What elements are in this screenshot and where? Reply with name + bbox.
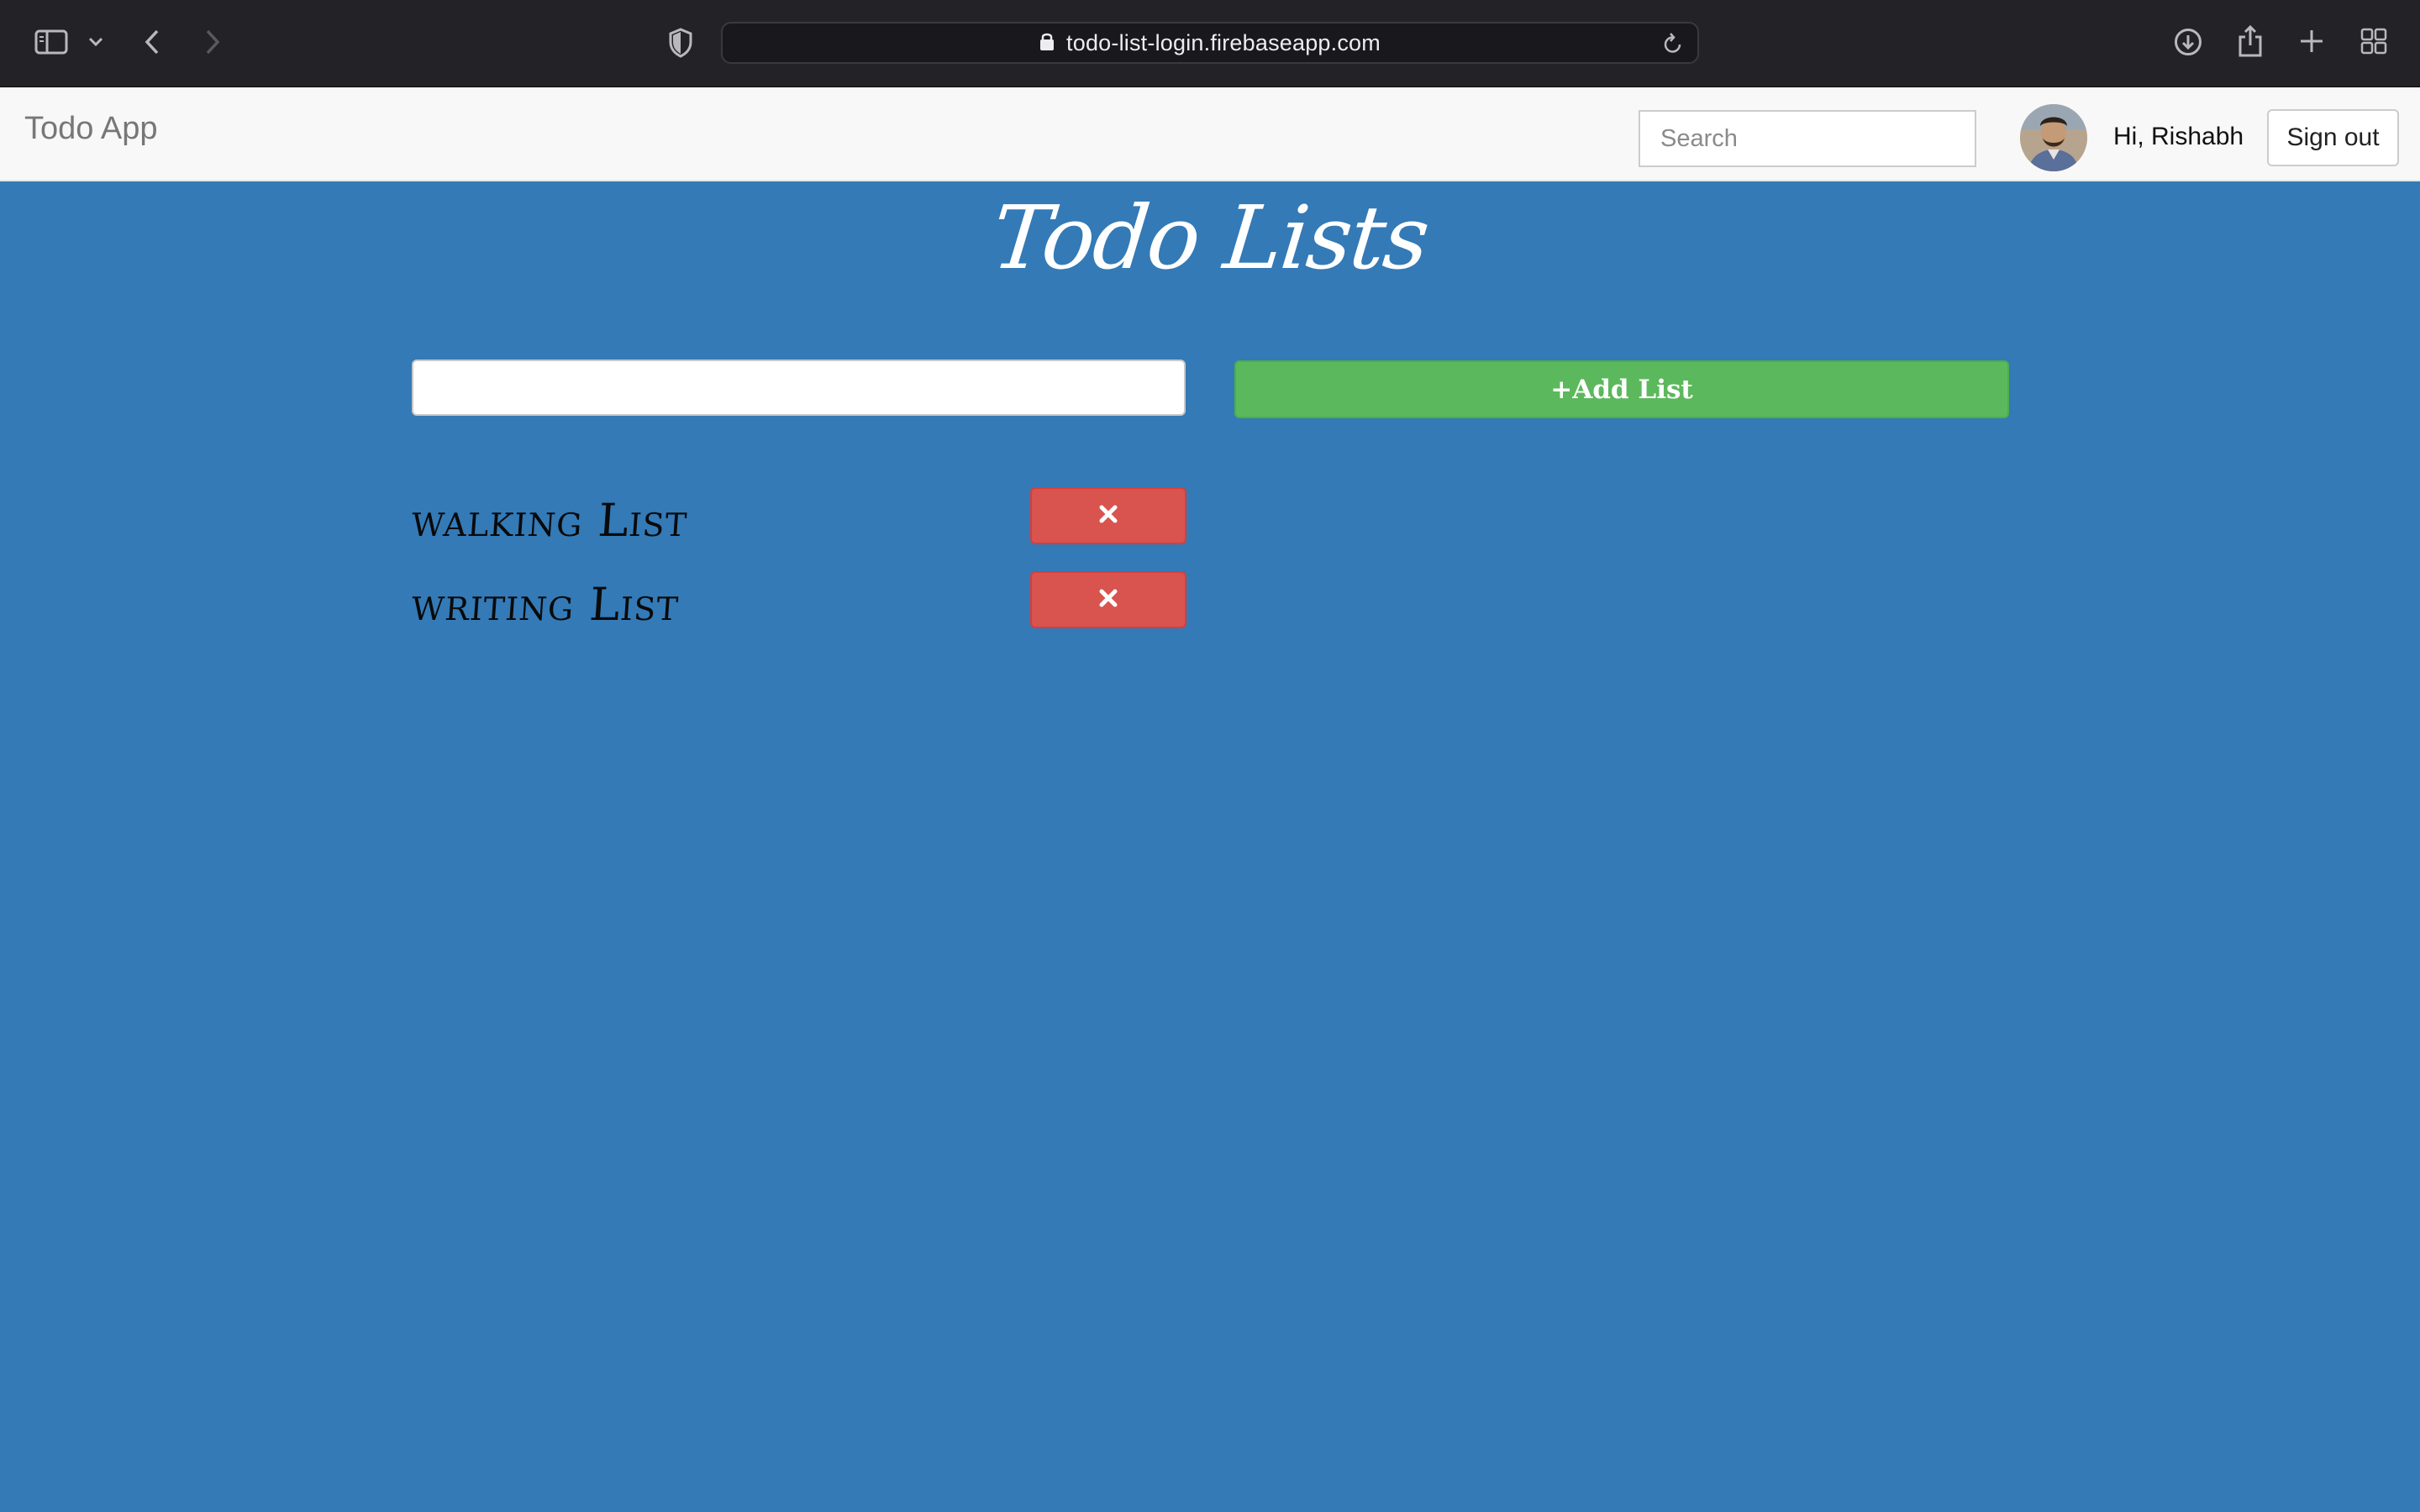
address-bar[interactable]: todo-list-login.firebaseapp.com (721, 22, 1699, 64)
delete-list-button[interactable] (1030, 487, 1186, 544)
user-greeting: Hi, Rishabh (2113, 123, 2244, 150)
delete-list-button[interactable] (1030, 571, 1186, 628)
close-icon (1099, 589, 1118, 612)
avatar (2020, 104, 2087, 171)
page-title: Todo Lists (987, 186, 1433, 289)
list-name[interactable]: walking List (410, 494, 690, 547)
search-input[interactable] (1639, 110, 1976, 167)
download-icon[interactable] (2173, 27, 2203, 57)
browser-toolbar: todo-list-login.firebaseapp.com (0, 0, 2420, 87)
list-item[interactable]: walking List (410, 487, 1186, 547)
list-item[interactable]: writing List (410, 571, 1186, 631)
new-list-input[interactable] (412, 360, 1186, 416)
tab-overview-icon[interactable] (2360, 27, 2388, 55)
share-icon[interactable] (2236, 24, 2265, 59)
shield-icon[interactable] (666, 27, 696, 59)
url-text: todo-list-login.firebaseapp.com (1066, 29, 1381, 55)
chevron-down-icon[interactable] (86, 32, 106, 52)
navbar: Todo App Hi, Rishabh (0, 87, 2420, 181)
sidebar-icon[interactable] (34, 27, 69, 57)
lock-icon (1039, 31, 1055, 55)
list-name[interactable]: writing List (410, 578, 681, 631)
reload-icon[interactable] (1662, 32, 1684, 60)
brand-link[interactable]: Todo App (24, 111, 157, 147)
forward-icon[interactable] (200, 27, 225, 57)
back-icon[interactable] (139, 27, 165, 57)
add-list-button[interactable]: +Add List (1234, 360, 2009, 418)
main-content: Todo Lists +Add List walking List writin… (0, 181, 2420, 1512)
new-tab-icon[interactable] (2297, 27, 2326, 55)
close-icon (1099, 505, 1118, 528)
sign-out-button[interactable]: Sign out (2267, 109, 2399, 166)
